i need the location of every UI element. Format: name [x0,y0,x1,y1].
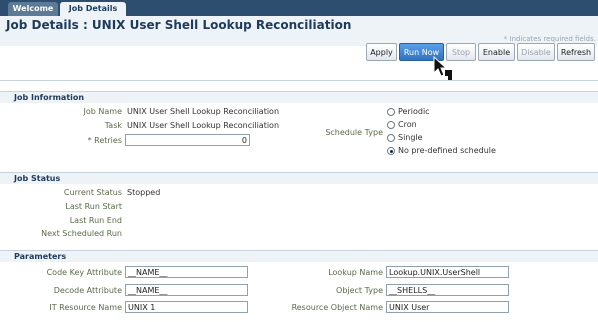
decode-attribute-label: Decode Attribute [53,286,122,295]
divider [0,80,598,81]
radio-single-label: Single [398,133,423,142]
required-fields-note: * Indicates required fields. [503,35,596,43]
job-name-label: Job Name [83,107,122,116]
apply-button[interactable]: Apply [366,43,397,61]
code-key-attribute-input[interactable]: __NAME__ [125,266,248,278]
section-header-job-information: Job Information [14,93,85,102]
section-job-information: Job Information [0,91,598,103]
last-run-start-label: Last Run Start [65,202,122,211]
object-type-input[interactable]: __SHELLS__ [386,284,509,296]
radio-cron[interactable] [387,121,395,129]
refresh-button[interactable]: Refresh [557,43,595,61]
last-run-end-label: Last Run End [69,216,122,225]
schedule-type-label: Schedule Type [325,128,383,137]
task-value: UNIX User Shell Lookup Reconciliation [127,121,280,130]
radio-no-schedule[interactable] [387,147,395,155]
disable-button[interactable]: Disable [517,43,555,61]
section-header-parameters: Parameters [14,252,67,261]
decode-attribute-input[interactable]: __NAME__ [125,284,248,296]
it-resource-name-label: IT Resource Name [49,303,122,312]
code-key-attribute-label: Code Key Attribute [46,268,122,277]
enable-button[interactable]: Enable [478,43,515,61]
tab-job-details[interactable]: Job Details [60,2,126,16]
job-name-value: UNIX User Shell Lookup Reconciliation [127,107,280,116]
tab-bar: Welcome Job Details [0,0,598,16]
task-label: Task [104,121,122,130]
mouse-pointer-icon [433,56,452,80]
radio-no-schedule-label: No pre-defined schedule [398,146,496,155]
lookup-name-label: Lookup Name [328,268,383,277]
radio-periodic-label: Periodic [398,107,430,116]
it-resource-name-input[interactable]: UNIX 1 [125,301,248,313]
section-header-job-status: Job Status [14,174,61,183]
resource-object-name-label: Resource Object Name [291,303,383,312]
radio-periodic[interactable] [387,108,395,116]
next-scheduled-run-label: Next Scheduled Run [41,229,122,238]
current-status-label: Current Status [63,188,122,197]
resource-object-name-input[interactable]: UNIX User [386,301,509,313]
radio-cron-label: Cron [398,120,417,129]
radio-single[interactable] [387,134,395,142]
section-job-status: Job Status [0,172,598,184]
retries-label: * Retries [87,136,122,145]
retries-input[interactable]: 0 [125,134,250,146]
page-title: Job Details : UNIX User Shell Lookup Rec… [6,18,352,32]
lookup-name-input[interactable]: Lookup.UNIX.UserShell [386,266,509,278]
section-parameters: Parameters [0,250,598,262]
tab-welcome[interactable]: Welcome [8,2,58,16]
current-status-value: Stopped [127,188,161,197]
object-type-label: Object Type [336,286,383,295]
